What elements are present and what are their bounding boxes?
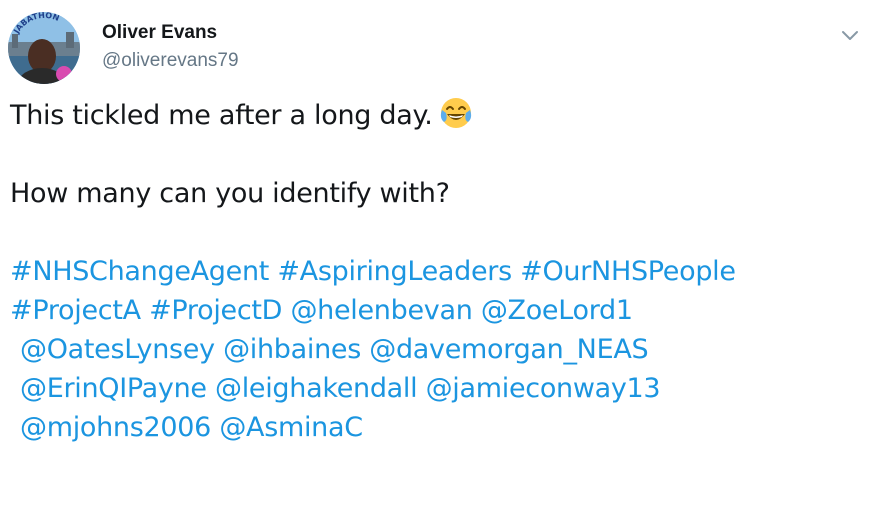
mention-link[interactable]: @leighakendall (215, 373, 418, 404)
mention-link[interactable]: @ZoeLord1 (481, 295, 633, 326)
mention-link[interactable]: @OatesLynsey (20, 334, 215, 365)
tweet-line-2: How many can you identify with? (10, 178, 450, 209)
face-with-tears-of-joy-icon (439, 96, 473, 130)
tweet-text: This tickled me after a long day. How ma… (10, 96, 865, 447)
tweet-menu-button[interactable] (839, 24, 861, 46)
mention-link[interactable]: @AsminaC (219, 412, 363, 443)
tweet-card: JABATHON Oliver Evans @oliverevans79 Thi… (0, 0, 875, 530)
hashtag-link[interactable]: #OurNHSPeople (520, 256, 736, 287)
tweet-line-mentions-2: @ErinQIPayne @leighakendall @jamieconway… (20, 369, 865, 408)
tweet-line-hashtags-1: #NHSChangeAgent #AspiringLeaders #OurNHS… (10, 252, 865, 291)
tweet-line-hashtags-2: #ProjectA #ProjectD @helenbevan @ZoeLord… (10, 291, 865, 330)
tweet-line-mentions-3: @mjohns2006 @AsminaC (20, 408, 865, 447)
tweet-header: JABATHON Oliver Evans @oliverevans79 (8, 12, 867, 84)
hashtag-link[interactable]: #ProjectA (10, 295, 141, 326)
avatar-image: JABATHON (8, 12, 80, 84)
mention-link[interactable]: @ErinQIPayne (20, 373, 207, 404)
chevron-down-icon (842, 31, 858, 40)
tweet-text-line1: This tickled me after a long day. (10, 100, 433, 131)
tweet-line-1: This tickled me after a long day. (10, 96, 865, 135)
author-handle[interactable]: @oliverevans79 (102, 50, 239, 72)
hashtag-link[interactable]: #ProjectD (149, 295, 282, 326)
mention-link[interactable]: @jamieconway13 (426, 373, 661, 404)
hashtag-link[interactable]: #NHSChangeAgent (10, 256, 269, 287)
author-name[interactable]: Oliver Evans (102, 22, 217, 44)
tweet-line-mentions-1: @OatesLynsey @ihbaines @davemorgan_NEAS (20, 330, 865, 369)
mention-link[interactable]: @ihbaines (223, 334, 361, 365)
mention-link[interactable]: @davemorgan_NEAS (369, 334, 648, 365)
avatar[interactable]: JABATHON (8, 12, 80, 84)
mention-link[interactable]: @mjohns2006 (20, 412, 211, 443)
mention-link[interactable]: @helenbevan (290, 295, 472, 326)
hashtag-link[interactable]: #AspiringLeaders (277, 256, 512, 287)
